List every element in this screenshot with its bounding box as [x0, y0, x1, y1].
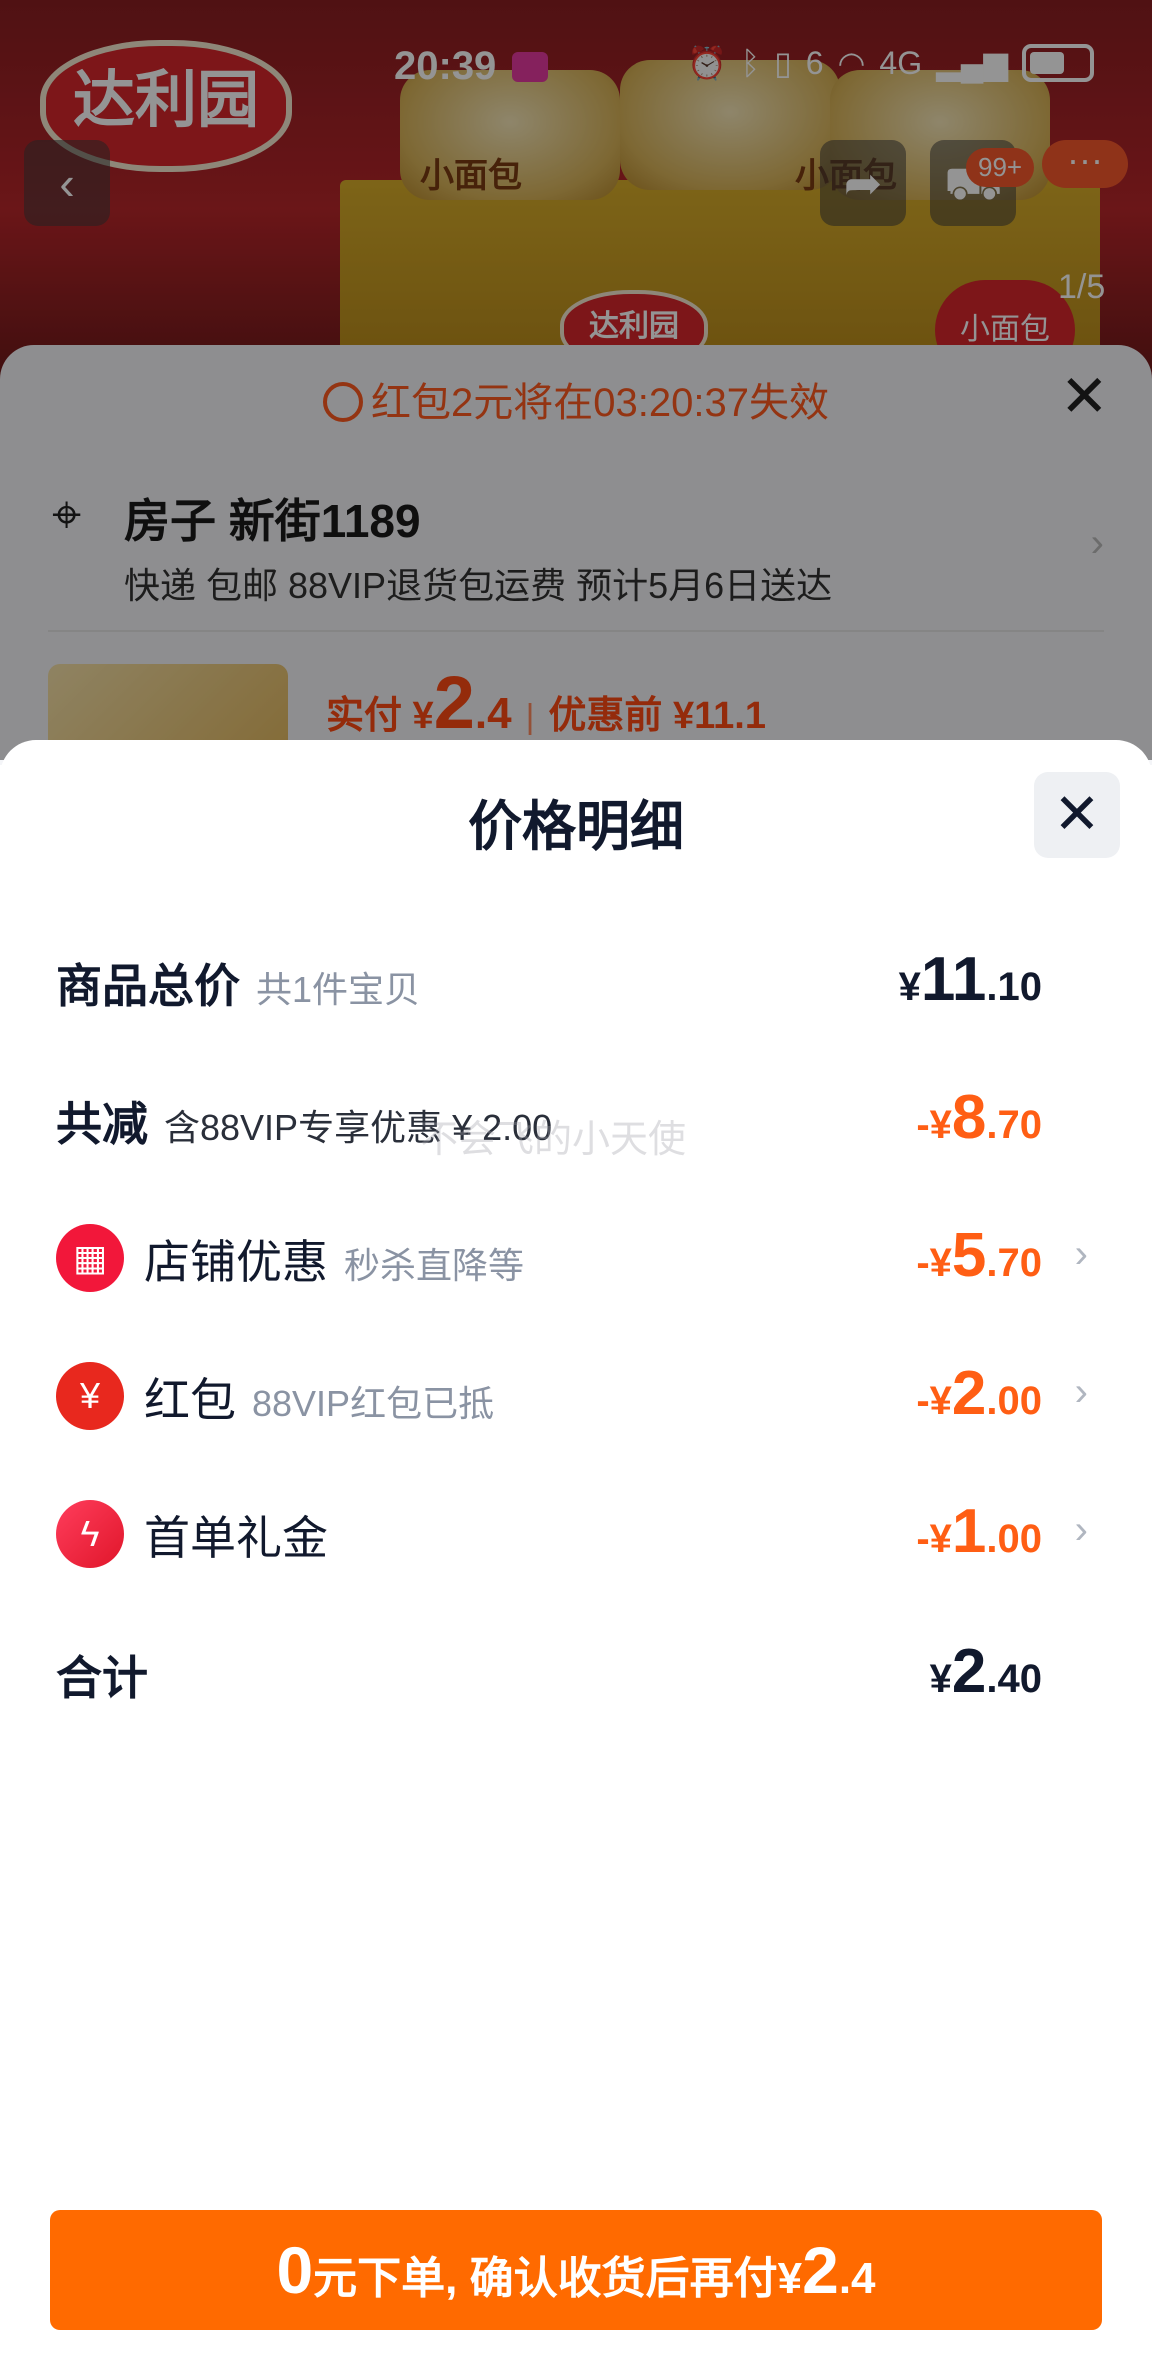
price-detail-sheet: 价格明细 ✕ 商品总价 共1件宝贝 ¥11.10 共减 含88VIP专享优惠 ¥ 2… [0, 740, 1152, 2376]
row-label: 店铺优惠 秒杀直降等 [144, 1236, 525, 1288]
row-sublabel: 秒杀直降等 [344, 1245, 525, 1286]
row-sublabel: 共1件宝贝 [256, 969, 421, 1010]
row-label: 红包 88VIP红包已抵 [144, 1374, 495, 1426]
sheet-close-button[interactable]: ✕ [1034, 772, 1120, 858]
red-packet-icon: ¥ [56, 1362, 124, 1430]
close-icon: ✕ [1053, 782, 1101, 845]
sheet-title: 价格明细 [468, 797, 684, 857]
shop-icon: ▦ [56, 1224, 124, 1292]
price-row-shop-discount[interactable]: ▦ 店铺优惠 秒杀直降等 -¥5.70 › [0, 1206, 1152, 1306]
place-order-button[interactable]: 0元下单, 确认收货后再付¥2.4 [50, 2210, 1102, 2330]
price-row-subtotal: 商品总价 共1件宝贝 ¥11.10 [0, 930, 1152, 1030]
price-row-first-order-gift[interactable]: ϟ 首单礼金 -¥1.00 › [0, 1482, 1152, 1582]
row-sublabel: 88VIP红包已抵 [252, 1383, 495, 1424]
row-amount: -¥2.00 [916, 1359, 1042, 1428]
row-label: 首单礼金 [144, 1512, 328, 1564]
price-row-total: 合计 ¥2.40 [0, 1622, 1152, 1722]
row-amount: ¥11.10 [898, 945, 1042, 1014]
price-row-red-packet[interactable]: ¥ 红包 88VIP红包已抵 -¥2.00 › [0, 1344, 1152, 1444]
modal-backdrop[interactable] [0, 0, 1152, 760]
chevron-right-icon: › [1074, 1370, 1088, 1414]
row-amount: -¥1.00 [916, 1497, 1042, 1566]
watermark-text: 不会飞的小天使 [420, 1119, 687, 1161]
lightning-icon: ϟ [56, 1500, 124, 1568]
row-amount: ¥2.40 [929, 1637, 1042, 1706]
chevron-right-icon: › [1074, 1508, 1088, 1552]
chevron-right-icon: › [1074, 1232, 1088, 1276]
row-label: 合计 [56, 1652, 148, 1704]
row-amount: -¥5.70 [916, 1221, 1042, 1290]
row-amount: -¥8.70 [916, 1083, 1042, 1152]
row-label: 商品总价 共1件宝贝 [56, 960, 421, 1012]
